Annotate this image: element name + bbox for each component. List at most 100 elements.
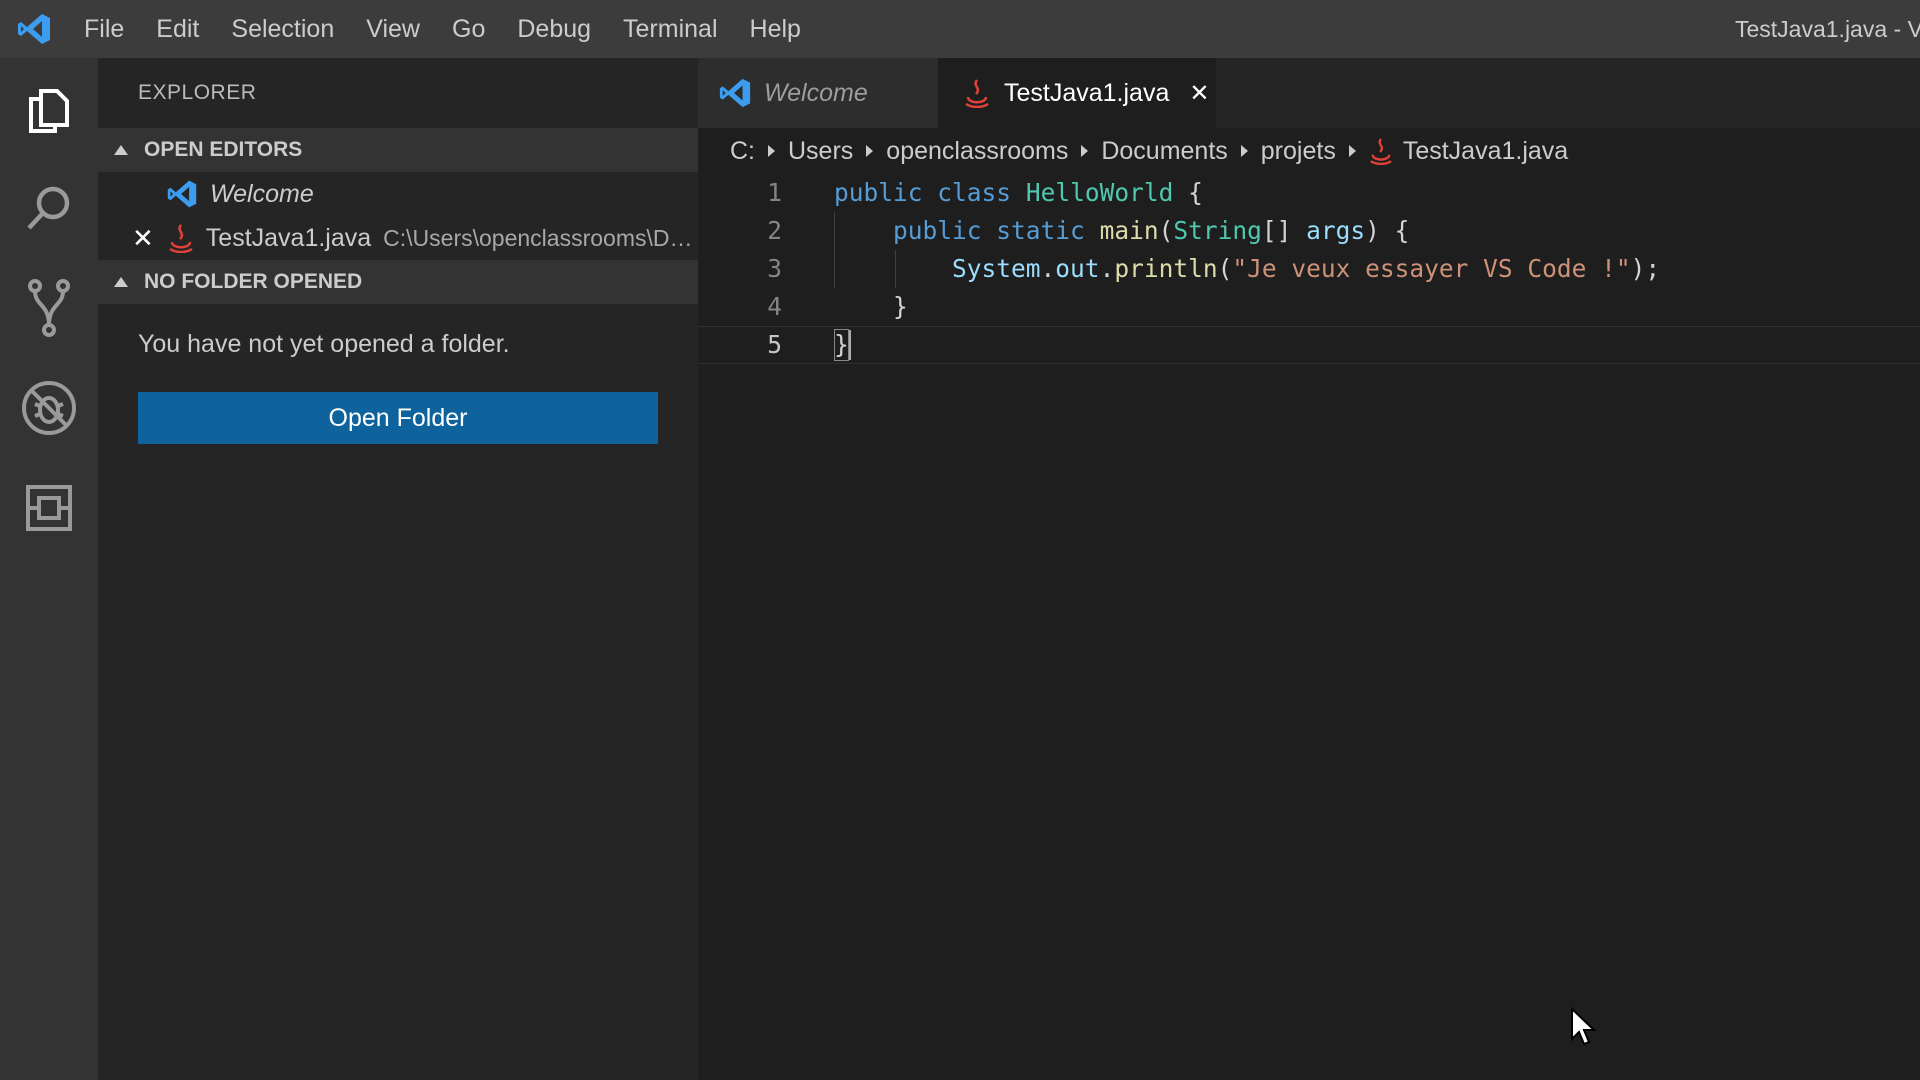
code-editor[interactable]: 1 public class HelloWorld {2 public stati… [698, 174, 1920, 1080]
menu-terminal[interactable]: Terminal [607, 0, 733, 58]
code-token: System [952, 254, 1041, 283]
code-token: public [893, 216, 982, 245]
code-token: . [1040, 254, 1056, 283]
code-token: . [1099, 254, 1115, 283]
open-editor-path: C:\Users\openclassrooms\Do... [383, 224, 698, 251]
search-icon[interactable] [0, 158, 98, 258]
code-token: ( [1158, 216, 1174, 245]
no-folder-message: You have not yet opened a folder. [138, 330, 510, 358]
code-token: ) { [1365, 216, 1410, 245]
text-cursor [849, 330, 851, 360]
line-text: public class HelloWorld { [834, 174, 1203, 212]
breadcrumb: C: Users openclassrooms Documents projet… [698, 128, 1920, 174]
code-token: ); [1630, 254, 1661, 283]
line-text: } [834, 288, 908, 326]
menu-view[interactable]: View [350, 0, 436, 58]
open-editor-item-testjava1[interactable]: ✕ TestJava1.java C:\Users\openclassrooms… [98, 216, 698, 260]
tab-testjava1[interactable]: TestJava1.java ✕ [938, 58, 1216, 128]
open-editors-label: OPEN EDITORS [144, 138, 303, 161]
chevron-down-icon [114, 145, 128, 155]
chevron-right-icon [1240, 145, 1248, 157]
menu-selection[interactable]: Selection [215, 0, 350, 58]
activity-bar [0, 58, 98, 1080]
open-folder-button[interactable]: Open Folder [138, 392, 658, 444]
chevron-down-icon [114, 277, 128, 287]
tab-welcome[interactable]: Welcome [698, 58, 938, 128]
chevron-right-icon [768, 145, 775, 157]
current-line-highlight [698, 326, 1920, 364]
open-editor-name: TestJava1.java [205, 223, 372, 252]
debug-icon[interactable] [0, 358, 98, 458]
open-editor-name: Welcome [210, 179, 314, 208]
chevron-right-icon [1081, 145, 1089, 157]
menu-help[interactable]: Help [734, 0, 817, 58]
vscode-logo-icon [166, 178, 198, 210]
tab-label: Welcome [764, 78, 868, 107]
window-title: TestJava1.java - V [1735, 16, 1920, 42]
java-file-icon [1369, 137, 1393, 165]
line-number: 2 [767, 216, 782, 245]
code-token: out [1055, 254, 1100, 283]
close-icon[interactable]: ✕ [132, 223, 154, 254]
vscode-logo-icon [718, 76, 752, 110]
breadcrumb-item[interactable]: projets [1261, 137, 1336, 166]
no-folder-header[interactable]: NO FOLDER OPENED [98, 260, 698, 304]
line-text: System.out.println("Je veux essayer VS C… [834, 250, 1660, 288]
close-icon[interactable]: ✕ [1189, 79, 1209, 108]
chevron-right-icon [866, 145, 874, 157]
line-text: public static main(String[] args) { [834, 212, 1409, 250]
bracket-match-highlight [834, 329, 849, 361]
menu-bar: File Edit Selection View Go Debug Termin… [68, 0, 817, 58]
breadcrumb-item[interactable]: C: [730, 137, 755, 166]
code-line[interactable]: 1 public class HelloWorld { [698, 174, 1920, 212]
line-number: 4 [767, 292, 782, 321]
code-token: "Je veux essayer VS Code !" [1232, 254, 1631, 283]
java-file-icon [168, 223, 194, 253]
line-number: 1 [767, 178, 782, 207]
explorer-icon[interactable] [0, 58, 98, 158]
open-editor-item-welcome[interactable]: Welcome [98, 172, 698, 216]
breadcrumb-item[interactable]: Users [788, 137, 853, 166]
explorer-sidebar: EXPLORER OPEN EDITORS Welcome ✕ TestJava… [98, 58, 698, 1080]
chevron-right-icon [1348, 145, 1356, 157]
menu-debug[interactable]: Debug [501, 0, 607, 58]
breadcrumb-item[interactable]: TestJava1.java [1403, 137, 1568, 166]
line-number: 3 [767, 254, 782, 283]
open-editors-header[interactable]: OPEN EDITORS [98, 128, 698, 172]
java-file-icon [964, 78, 990, 108]
code-token: } [834, 292, 908, 321]
code-line[interactable]: 4 } [698, 288, 1920, 326]
vscode-logo-icon[interactable] [0, 0, 68, 58]
code-token: args [1306, 216, 1366, 245]
code-token: main [1099, 216, 1159, 245]
menu-file[interactable]: File [68, 0, 140, 58]
code-token: String [1173, 216, 1262, 245]
code-line[interactable]: 2 public static main(String[] args) { [698, 212, 1920, 250]
extensions-icon[interactable] [0, 458, 98, 558]
code-token: [] [1261, 216, 1307, 245]
code-token: { [1173, 178, 1203, 207]
title-bar: File Edit Selection View Go Debug Termin… [0, 0, 1920, 58]
source-control-icon[interactable] [0, 258, 98, 358]
no-folder-label: NO FOLDER OPENED [144, 270, 363, 293]
code-token: public [834, 178, 923, 207]
code-token: println [1114, 254, 1218, 283]
breadcrumb-item[interactable]: Documents [1101, 137, 1227, 166]
code-line[interactable]: 3 System.out.println("Je veux essayer VS… [698, 250, 1920, 288]
mouse-pointer-icon [1570, 1006, 1597, 1052]
breadcrumb-item[interactable]: openclassrooms [886, 137, 1068, 166]
code-token: static [996, 216, 1085, 245]
code-token: HelloWorld [1025, 178, 1174, 207]
menu-go[interactable]: Go [436, 0, 501, 58]
editor-tab-bar: Welcome TestJava1.java ✕ [698, 58, 1920, 128]
code-token: ( [1217, 254, 1233, 283]
menu-edit[interactable]: Edit [140, 0, 215, 58]
tab-label: TestJava1.java [1004, 78, 1170, 107]
code-token: class [937, 178, 1012, 207]
